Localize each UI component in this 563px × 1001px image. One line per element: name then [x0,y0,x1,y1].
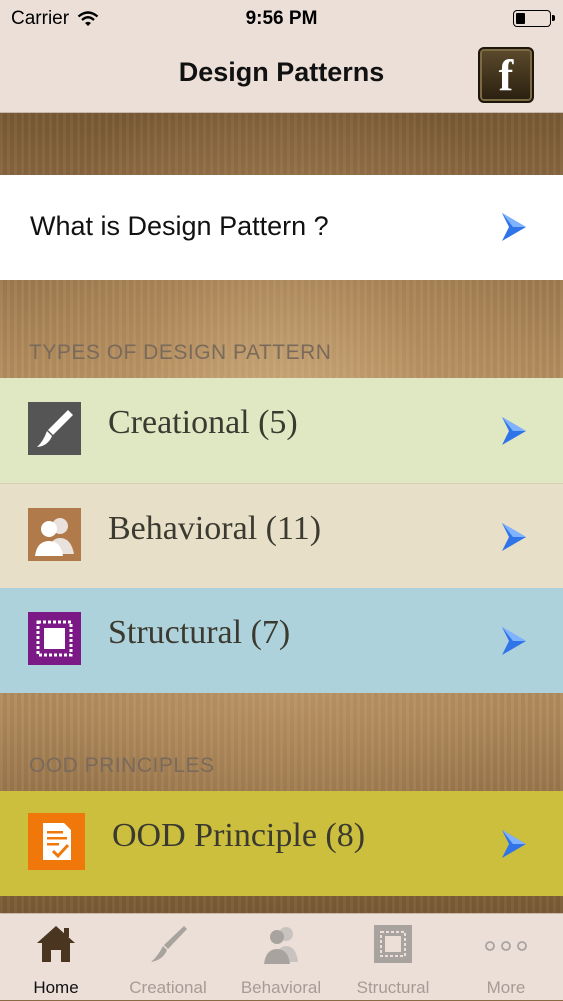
frame-icon [28,612,81,665]
home-icon [37,926,75,962]
tab-label: Home [33,978,79,997]
category-row-behavioral[interactable]: Behavioral (11) [0,483,563,588]
battery-icon [513,10,555,27]
ood-principle-row[interactable]: OOD Principle (8) [0,791,563,896]
status-bar: Carrier 9:56 PM [0,0,563,40]
chevron-right-icon [502,523,526,551]
paintbrush-icon [151,926,187,962]
clock: 9:56 PM [245,8,318,29]
frame-icon [374,925,412,963]
category-row-creational[interactable]: Creational (5) [0,378,563,483]
ood-label: OOD Principle (8) [112,817,366,854]
chevron-right-icon [502,213,526,241]
section-header-types: TYPES OF DESIGN PATTERN [29,341,332,364]
tab-label: More [486,978,526,997]
tab-creational[interactable]: Creational [112,914,224,1001]
tab-behavioral[interactable]: Behavioral [225,914,337,1001]
chevron-right-icon [502,417,526,445]
facebook-icon: f [498,51,514,100]
users-icon [28,508,81,561]
facebook-button[interactable]: f [478,47,534,103]
what-is-design-pattern-row[interactable]: What is Design Pattern ? [0,175,563,280]
row-label: What is Design Pattern ? [30,211,329,241]
tab-home[interactable]: Home [0,914,112,1001]
users-icon [264,927,298,964]
section-header-ood: OOD PRINCIPLES [29,754,215,777]
more-dots-icon [485,941,527,951]
tab-label: Structural [356,978,430,997]
category-label: Structural (7) [108,614,291,651]
chevron-right-icon [502,830,526,858]
category-row-structural[interactable]: Structural (7) [0,588,563,693]
chevron-right-icon [502,627,526,655]
tab-more[interactable]: More [450,914,562,1001]
navigation-bar: Design Patterns f [0,40,563,113]
category-label: Creational (5) [108,404,298,441]
document-check-icon [28,813,85,870]
tab-structural[interactable]: Structural [337,914,449,1001]
paintbrush-icon [28,402,81,455]
tab-label: Creational [129,978,207,997]
tab-bar: Home Creational Behavioral Structural Mo… [0,913,563,1000]
tab-label: Behavioral [240,978,322,997]
category-label: Behavioral (11) [108,510,322,547]
